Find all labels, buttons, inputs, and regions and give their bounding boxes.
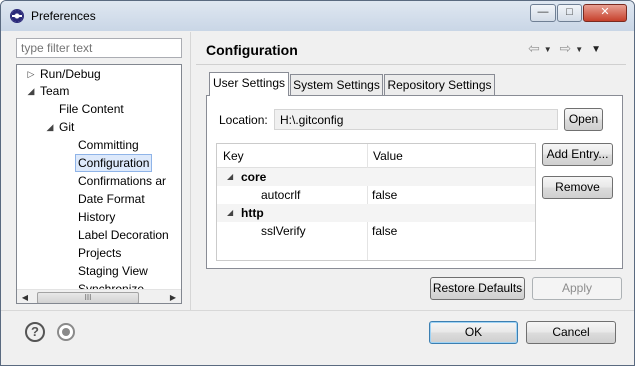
title-bar[interactable]: Preferences — □ ✕ xyxy=(1,1,634,31)
close-button[interactable]: ✕ xyxy=(583,4,627,22)
apply-button[interactable]: Apply xyxy=(532,277,622,300)
row-key: core xyxy=(241,170,267,184)
back-dropdown-icon[interactable]: ▼ xyxy=(544,45,552,54)
tree-item-label: Git xyxy=(59,120,75,134)
record-icon[interactable] xyxy=(57,323,75,341)
collapse-icon[interactable]: ◢ xyxy=(227,204,233,222)
tree-item-label: History xyxy=(78,210,116,224)
ok-button[interactable]: OK xyxy=(429,321,518,344)
tab-repository-settings[interactable]: Repository Settings xyxy=(384,74,495,96)
collapse-icon[interactable]: ◢ xyxy=(26,82,36,100)
row-key: sslVerify xyxy=(261,224,306,238)
forward-dropdown-icon[interactable]: ▼ xyxy=(575,45,583,54)
tree-item-team[interactable]: ◢ Team xyxy=(28,82,70,100)
tree-item-run-debug[interactable]: ▷ Run/Debug xyxy=(28,65,101,83)
page-title: Configuration xyxy=(206,42,298,58)
open-button[interactable]: Open xyxy=(564,108,603,131)
config-table[interactable]: Key Value ◢ core autocrlf false ◢ http s… xyxy=(216,143,536,261)
tree-item-label: Confirmations ar xyxy=(78,174,167,188)
page-nav: ⇦ ▼ ⇨ ▼ ▼ xyxy=(528,40,605,57)
remove-button[interactable]: Remove xyxy=(542,176,613,199)
column-header-key[interactable]: Key xyxy=(223,149,244,163)
add-entry-button[interactable]: Add Entry... xyxy=(542,143,613,166)
row-value: false xyxy=(372,188,398,202)
tree-item-history[interactable]: History xyxy=(78,208,115,226)
restore-defaults-button[interactable]: Restore Defaults xyxy=(430,277,525,300)
column-header-value[interactable]: Value xyxy=(373,149,403,163)
collapse-icon[interactable]: ◢ xyxy=(45,118,55,136)
window-title: Preferences xyxy=(31,9,96,23)
table-row[interactable]: autocrlf false xyxy=(217,186,535,204)
maximize-button[interactable]: □ xyxy=(557,4,582,22)
tree-item-label: Configuration xyxy=(78,156,150,170)
tree-item-label: Date Format xyxy=(78,192,145,206)
back-arrow-icon[interactable]: ⇦ xyxy=(528,40,540,57)
help-icon[interactable]: ? xyxy=(25,322,45,342)
table-row-section[interactable]: ◢ core xyxy=(217,168,535,186)
cancel-button[interactable]: Cancel xyxy=(526,321,616,344)
table-header: Key Value xyxy=(217,144,535,168)
table-row-section[interactable]: ◢ http xyxy=(217,204,535,222)
tree-item-confirmations[interactable]: Confirmations ar xyxy=(78,172,166,190)
tree-item-label: File Content xyxy=(59,102,124,116)
expand-icon[interactable]: ▷ xyxy=(26,65,36,83)
table-row[interactable]: sslVerify false xyxy=(217,222,535,240)
tree-horizontal-scrollbar[interactable]: ◀ III ▶ xyxy=(17,289,181,303)
forward-arrow-icon[interactable]: ⇨ xyxy=(560,40,572,57)
tree-item-label: Team xyxy=(40,84,70,98)
footer-separator xyxy=(1,310,634,311)
tree-item-label: Projects xyxy=(78,246,122,260)
tree-item-git[interactable]: ◢ Git xyxy=(47,118,75,136)
panel-divider[interactable] xyxy=(190,32,192,311)
scroll-left-icon[interactable]: ◀ xyxy=(17,290,33,303)
scroll-right-icon[interactable]: ▶ xyxy=(165,290,181,303)
tree-item-configuration[interactable]: Configuration xyxy=(75,154,153,172)
tab-system-settings[interactable]: System Settings xyxy=(290,74,383,96)
location-field: H:\.gitconfig xyxy=(274,109,558,130)
minimize-button[interactable]: — xyxy=(530,4,556,22)
view-menu-icon[interactable]: ▼ xyxy=(591,44,601,55)
tree-item-date-format[interactable]: Date Format xyxy=(78,190,145,208)
row-key: autocrlf xyxy=(261,188,301,202)
collapse-icon[interactable]: ◢ xyxy=(227,168,233,186)
tab-user-settings[interactable]: User Settings xyxy=(209,72,289,96)
row-value: false xyxy=(372,224,398,238)
filter-input[interactable] xyxy=(16,38,182,58)
preferences-tree[interactable]: ▷ Run/Debug ◢ Team File Content ◢ Git Co… xyxy=(16,64,182,304)
horizontal-scroll-thumb[interactable]: III xyxy=(37,292,139,303)
eclipse-icon xyxy=(10,9,24,23)
tree-item-label: Staging View xyxy=(78,264,148,278)
tree-item-label-decorations[interactable]: Label Decoration xyxy=(78,226,169,244)
tree-item-file-content[interactable]: File Content xyxy=(59,100,124,118)
location-label: Location: xyxy=(219,113,268,127)
tree-item-label: Label Decoration xyxy=(78,228,169,242)
header-separator xyxy=(196,64,626,65)
tree-item-projects[interactable]: Projects xyxy=(78,244,121,262)
tree-item-staging-view[interactable]: Staging View xyxy=(78,262,148,280)
preferences-window: Preferences — □ ✕ ▷ Run/Debug ◢ Team Fil… xyxy=(0,0,635,366)
tree-item-committing[interactable]: Committing xyxy=(78,136,139,154)
tree-item-label: Run/Debug xyxy=(40,67,101,81)
row-key: http xyxy=(241,206,264,220)
tree-vertical-scrollbar[interactable]: ▲ ≡ ▼ xyxy=(181,65,182,289)
tree-item-label: Committing xyxy=(78,138,139,152)
